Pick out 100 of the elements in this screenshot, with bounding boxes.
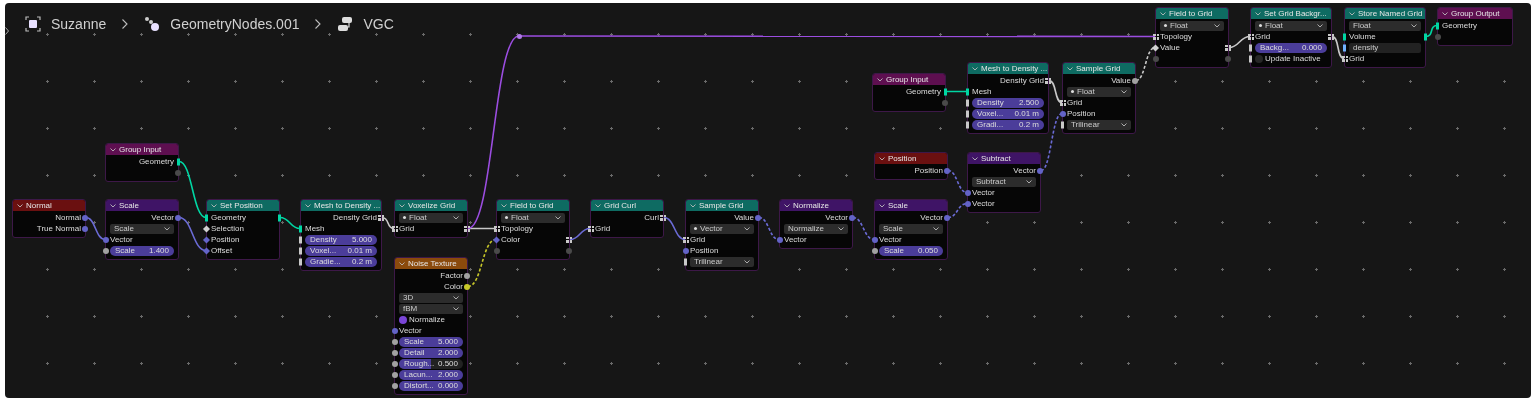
sidebar-toggle-icon[interactable]	[5, 27, 9, 35]
dropdown[interactable]: Float	[1067, 86, 1131, 97]
dropdown[interactable]: Scale	[110, 223, 174, 234]
dropdown[interactable]: Float	[1160, 20, 1224, 31]
node[interactable]: Subtract Vector Subtract Vector Vector	[967, 152, 1041, 213]
number-field[interactable]: Gradie... 0.2 m	[305, 256, 377, 267]
dropdown[interactable]: Float	[1255, 20, 1327, 31]
socket-bar[interactable]	[966, 99, 969, 106]
socket-bar[interactable]	[299, 225, 302, 232]
grid-socket-icon[interactable]	[683, 236, 689, 243]
dropdown[interactable]: Vector	[690, 223, 754, 234]
node-header[interactable]: Grid Curl	[591, 200, 663, 211]
node[interactable]: Normal Normal True Normal	[12, 199, 86, 238]
socket-bar[interactable]	[1436, 22, 1439, 29]
node-header[interactable]: Sample Grid	[686, 200, 758, 211]
number-field[interactable]: Voxel... 0.01 m	[305, 245, 377, 256]
node[interactable]: Grid Curl Curl Grid	[590, 199, 664, 238]
node[interactable]: Store Named Grid Float Volume density Grid	[1344, 7, 1426, 68]
dropdown[interactable]: 3D	[399, 292, 463, 303]
socket-bar[interactable]	[299, 258, 302, 265]
number-field[interactable]: Density 2.500	[972, 97, 1044, 108]
dropdown[interactable]: Normalize	[784, 223, 848, 234]
text-field[interactable]: density	[1349, 42, 1421, 53]
grid-socket-icon[interactable]	[660, 214, 666, 221]
number-field[interactable]: Backg... 0.000	[1255, 42, 1327, 53]
node[interactable]: Group Output Geometry	[1437, 7, 1513, 46]
checkbox[interactable]	[1255, 54, 1263, 63]
dropdown[interactable]: Trilinear	[1067, 119, 1131, 130]
number-field[interactable]: Scale 1.400	[110, 245, 174, 256]
number-field[interactable]: Scale 5.000	[399, 336, 463, 347]
node[interactable]: Position Position	[874, 152, 948, 180]
grid-socket-icon[interactable]	[1060, 99, 1066, 106]
socket-bar[interactable]	[1424, 33, 1427, 40]
node[interactable]: Field to Grid Float Topology Color	[496, 199, 570, 260]
node-header[interactable]: Group Output	[1438, 8, 1512, 19]
node[interactable]: Group Input Geometry	[105, 143, 179, 182]
grid-socket-icon[interactable]	[588, 225, 594, 232]
node-header[interactable]: Sample Grid	[1063, 63, 1135, 74]
breadcrumb-item[interactable]: VGC	[337, 13, 394, 35]
breadcrumb-item[interactable]: Suzanne	[25, 13, 107, 35]
socket-bar[interactable]	[278, 214, 281, 221]
node-header[interactable]: Field to Grid	[1156, 8, 1228, 19]
node-header[interactable]: Store Named Grid	[1345, 8, 1425, 19]
socket-bar[interactable]	[205, 214, 208, 221]
socket-bar[interactable]	[684, 258, 687, 265]
grid-socket-icon[interactable]	[1248, 33, 1254, 40]
node-header[interactable]: Mesh to Density ...	[968, 63, 1048, 74]
grid-socket-icon[interactable]	[1045, 77, 1051, 84]
socket-bar[interactable]	[299, 247, 302, 254]
socket-bar[interactable]	[177, 158, 180, 165]
node[interactable]: Normalize Vector Normalize Vector	[779, 199, 853, 249]
node-header[interactable]: Scale	[106, 200, 178, 211]
number-field[interactable]: Detail 2.000	[399, 347, 463, 358]
grid-socket-icon[interactable]	[1328, 33, 1334, 40]
node-header[interactable]: Subtract	[968, 153, 1040, 164]
grid-socket-icon[interactable]	[1225, 44, 1231, 51]
socket-bar[interactable]	[966, 121, 969, 128]
socket-bar[interactable]	[1343, 33, 1346, 40]
number-field[interactable]: Distort... 0.000	[399, 380, 463, 391]
number-field[interactable]: Lacun... 2.000	[399, 369, 463, 380]
node[interactable]: Group Input Geometry	[872, 73, 946, 112]
node[interactable]: Scale Vector Scale Vector Scale 0.050	[874, 199, 948, 260]
node-header[interactable]: Normal	[13, 200, 85, 211]
node[interactable]: Mesh to Density ... Density Grid Mesh Density 2.500 Voxel... 0.01 m Gradi... 0.2 m	[967, 62, 1049, 134]
grid-socket-icon[interactable]	[392, 225, 398, 232]
grid-socket-icon[interactable]	[1153, 33, 1159, 40]
socket-bar[interactable]	[966, 88, 969, 95]
dropdown[interactable]: Subtract	[972, 176, 1036, 187]
node[interactable]: Voxelize Grid Float Grid	[394, 199, 468, 238]
socket-bar[interactable]	[1249, 44, 1252, 51]
node[interactable]: Set Position Geometry Selection Position Offset	[206, 199, 280, 260]
breadcrumb-item[interactable]: GeometryNodes.001	[144, 13, 300, 35]
grid-socket-icon[interactable]	[494, 225, 500, 232]
socket-bar[interactable]	[944, 88, 947, 95]
node-header[interactable]: Set Position	[207, 200, 279, 211]
dropdown[interactable]: Scale	[879, 223, 943, 234]
grid-socket-icon[interactable]	[1342, 55, 1348, 62]
node-header[interactable]: Group Input	[106, 144, 178, 155]
socket-bar[interactable]	[1249, 55, 1252, 62]
number-field[interactable]: Scale 0.050	[879, 245, 943, 256]
grid-socket-icon[interactable]	[378, 214, 384, 221]
socket-bar[interactable]	[1061, 121, 1064, 128]
socket-bar[interactable]	[1343, 44, 1346, 51]
dropdown[interactable]: Float	[399, 212, 463, 223]
grid-socket-icon[interactable]	[566, 236, 572, 243]
node-header[interactable]: Position	[875, 153, 947, 164]
node-header[interactable]: Voxelize Grid	[395, 200, 467, 211]
node-header[interactable]: Group Input	[873, 74, 945, 85]
node[interactable]: Sample Grid Value Float Grid Position Trilinear	[1062, 62, 1136, 134]
node-header[interactable]: Set Grid Backgr...	[1251, 8, 1331, 19]
dropdown[interactable]: Trilinear	[690, 256, 754, 267]
dropdown[interactable]: fBM	[399, 303, 463, 314]
socket-bar[interactable]	[299, 236, 302, 243]
node[interactable]: Scale Vector Scale Vector Scale 1.400	[105, 199, 179, 260]
checkbox[interactable]	[399, 315, 407, 324]
node-header[interactable]: Mesh to Density ...	[301, 200, 381, 211]
node-header[interactable]: Normalize	[780, 200, 852, 211]
number-field[interactable]: Gradi... 0.2 m	[972, 119, 1044, 130]
node-header[interactable]: Noise Texture	[395, 258, 467, 269]
node-header[interactable]: Field to Grid	[497, 200, 569, 211]
